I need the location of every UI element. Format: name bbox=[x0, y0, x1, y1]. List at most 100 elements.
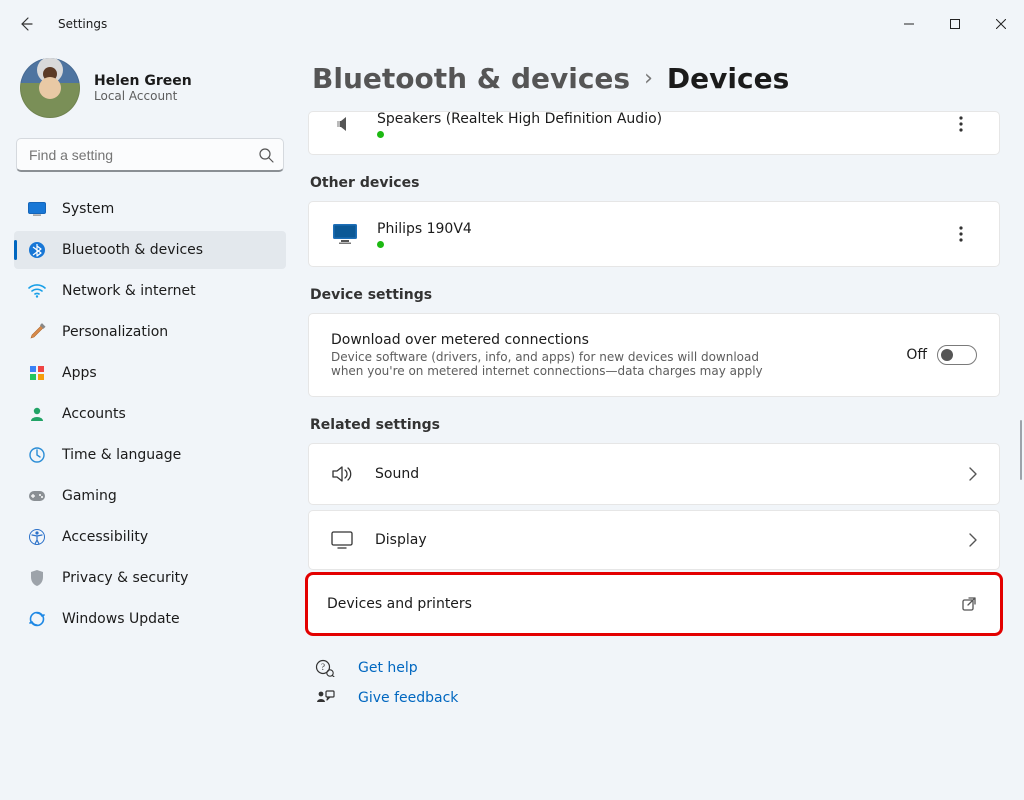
display-icon bbox=[331, 531, 353, 549]
apps-icon bbox=[28, 365, 46, 381]
toggle-state-label: Off bbox=[906, 347, 927, 363]
related-settings-section: Related settings Sound bbox=[308, 417, 1000, 633]
device-name: Philips 190V4 bbox=[377, 221, 927, 237]
sidebar-item-label: Windows Update bbox=[62, 611, 180, 627]
breadcrumb: Bluetooth & devices › Devices bbox=[308, 48, 1000, 111]
main: Bluetooth & devices › Devices Speakers (… bbox=[300, 48, 1024, 800]
arrow-left-icon bbox=[18, 16, 34, 32]
sidebar-item-bluetooth[interactable]: Bluetooth & devices bbox=[14, 231, 286, 269]
more-vertical-icon bbox=[959, 226, 963, 242]
external-link-icon bbox=[961, 596, 977, 612]
avatar bbox=[20, 58, 80, 118]
sidebar-item-label: Gaming bbox=[62, 488, 117, 504]
accessibility-icon bbox=[28, 529, 46, 545]
sidebar-item-gaming[interactable]: Gaming bbox=[14, 477, 286, 515]
related-label: Devices and printers bbox=[327, 596, 939, 612]
sidebar: Helen Green Local Account System Bluet bbox=[0, 48, 300, 800]
user-type: Local Account bbox=[94, 89, 192, 103]
system-icon bbox=[28, 202, 46, 216]
sidebar-item-label: Network & internet bbox=[62, 283, 196, 299]
section-label: Device settings bbox=[308, 287, 1000, 303]
setting-description: Device software (drivers, info, and apps… bbox=[331, 350, 791, 378]
scrollbar-thumb[interactable] bbox=[1020, 420, 1022, 480]
metered-download-row: Download over metered connections Device… bbox=[309, 314, 999, 396]
user-name: Helen Green bbox=[94, 73, 192, 89]
sidebar-item-system[interactable]: System bbox=[14, 190, 286, 228]
sidebar-item-label: Personalization bbox=[62, 324, 168, 340]
user-block[interactable]: Helen Green Local Account bbox=[14, 54, 286, 130]
breadcrumb-current: Devices bbox=[667, 62, 789, 95]
breadcrumb-parent[interactable]: Bluetooth & devices bbox=[312, 62, 630, 95]
device-settings-section: Device settings Download over metered co… bbox=[308, 287, 1000, 397]
sidebar-item-apps[interactable]: Apps bbox=[14, 354, 286, 392]
sidebar-item-label: Bluetooth & devices bbox=[62, 242, 203, 258]
window-controls bbox=[886, 8, 1024, 40]
device-name: Speakers (Realtek High Definition Audio) bbox=[377, 111, 927, 127]
maximize-icon bbox=[950, 19, 960, 29]
related-row-devices-and-printers[interactable]: Devices and printers bbox=[308, 575, 1000, 633]
device-more-button[interactable] bbox=[945, 218, 977, 250]
related-label: Sound bbox=[375, 466, 947, 482]
minimize-icon bbox=[904, 19, 914, 29]
other-devices-section: Other devices Philips 190V4 bbox=[308, 175, 1000, 267]
gamepad-icon bbox=[28, 490, 46, 502]
sidebar-item-network[interactable]: Network & internet bbox=[14, 272, 286, 310]
give-feedback-text[interactable]: Give feedback bbox=[358, 690, 458, 706]
sidebar-item-label: Accounts bbox=[62, 406, 126, 422]
sidebar-item-accessibility[interactable]: Accessibility bbox=[14, 518, 286, 556]
minimize-button[interactable] bbox=[886, 8, 932, 40]
device-row[interactable]: Speakers (Realtek High Definition Audio) bbox=[309, 111, 999, 154]
sidebar-item-update[interactable]: Windows Update bbox=[14, 600, 286, 638]
sidebar-item-time[interactable]: Time & language bbox=[14, 436, 286, 474]
get-help-link[interactable]: ? Get help bbox=[308, 659, 1000, 677]
wifi-icon bbox=[28, 284, 46, 298]
help-icon: ? bbox=[314, 659, 336, 677]
sidebar-item-personalization[interactable]: Personalization bbox=[14, 313, 286, 351]
update-icon bbox=[28, 611, 46, 627]
status-dot-online bbox=[377, 131, 384, 138]
person-icon bbox=[28, 406, 46, 422]
chevron-right-icon bbox=[969, 467, 977, 481]
related-row-sound[interactable]: Sound bbox=[308, 443, 1000, 505]
titlebar: Settings bbox=[0, 0, 1024, 48]
device-more-button[interactable] bbox=[945, 111, 977, 140]
feedback-icon bbox=[314, 689, 336, 707]
audio-devices-card: Speakers (Realtek High Definition Audio) bbox=[308, 111, 1000, 155]
metered-toggle[interactable] bbox=[937, 345, 977, 365]
related-row-display[interactable]: Display bbox=[308, 510, 1000, 570]
window-title: Settings bbox=[58, 17, 107, 31]
section-label: Related settings bbox=[308, 417, 1000, 433]
get-help-text[interactable]: Get help bbox=[358, 660, 418, 676]
sidebar-item-label: Privacy & security bbox=[62, 570, 188, 586]
back-button[interactable] bbox=[8, 6, 44, 42]
maximize-button[interactable] bbox=[932, 8, 978, 40]
nav: System Bluetooth & devices Network & int… bbox=[14, 190, 286, 638]
clock-globe-icon bbox=[28, 447, 46, 463]
status-dot-online bbox=[377, 241, 384, 248]
device-row[interactable]: Philips 190V4 bbox=[309, 202, 999, 266]
related-label: Display bbox=[375, 532, 947, 548]
sidebar-item-privacy[interactable]: Privacy & security bbox=[14, 559, 286, 597]
bluetooth-icon bbox=[28, 242, 46, 258]
search bbox=[16, 138, 284, 172]
section-label: Other devices bbox=[308, 175, 1000, 191]
sidebar-item-label: Apps bbox=[62, 365, 97, 381]
close-button[interactable] bbox=[978, 8, 1024, 40]
sound-icon bbox=[331, 464, 353, 484]
more-vertical-icon bbox=[959, 116, 963, 132]
svg-text:?: ? bbox=[321, 662, 325, 672]
setting-title: Download over metered connections bbox=[331, 332, 886, 348]
give-feedback-link[interactable]: Give feedback bbox=[308, 689, 1000, 707]
other-devices-card: Philips 190V4 bbox=[308, 201, 1000, 267]
sidebar-item-accounts[interactable]: Accounts bbox=[14, 395, 286, 433]
speaker-icon bbox=[331, 113, 359, 135]
monitor-icon bbox=[331, 223, 359, 245]
search-input[interactable] bbox=[16, 138, 284, 172]
chevron-right-icon bbox=[969, 533, 977, 547]
shield-icon bbox=[28, 570, 46, 586]
device-settings-card: Download over metered connections Device… bbox=[308, 313, 1000, 397]
paintbrush-icon bbox=[28, 323, 46, 341]
footer-links: ? Get help Give feedback bbox=[308, 659, 1000, 707]
sidebar-item-label: Time & language bbox=[62, 447, 181, 463]
sidebar-item-label: System bbox=[62, 201, 114, 217]
